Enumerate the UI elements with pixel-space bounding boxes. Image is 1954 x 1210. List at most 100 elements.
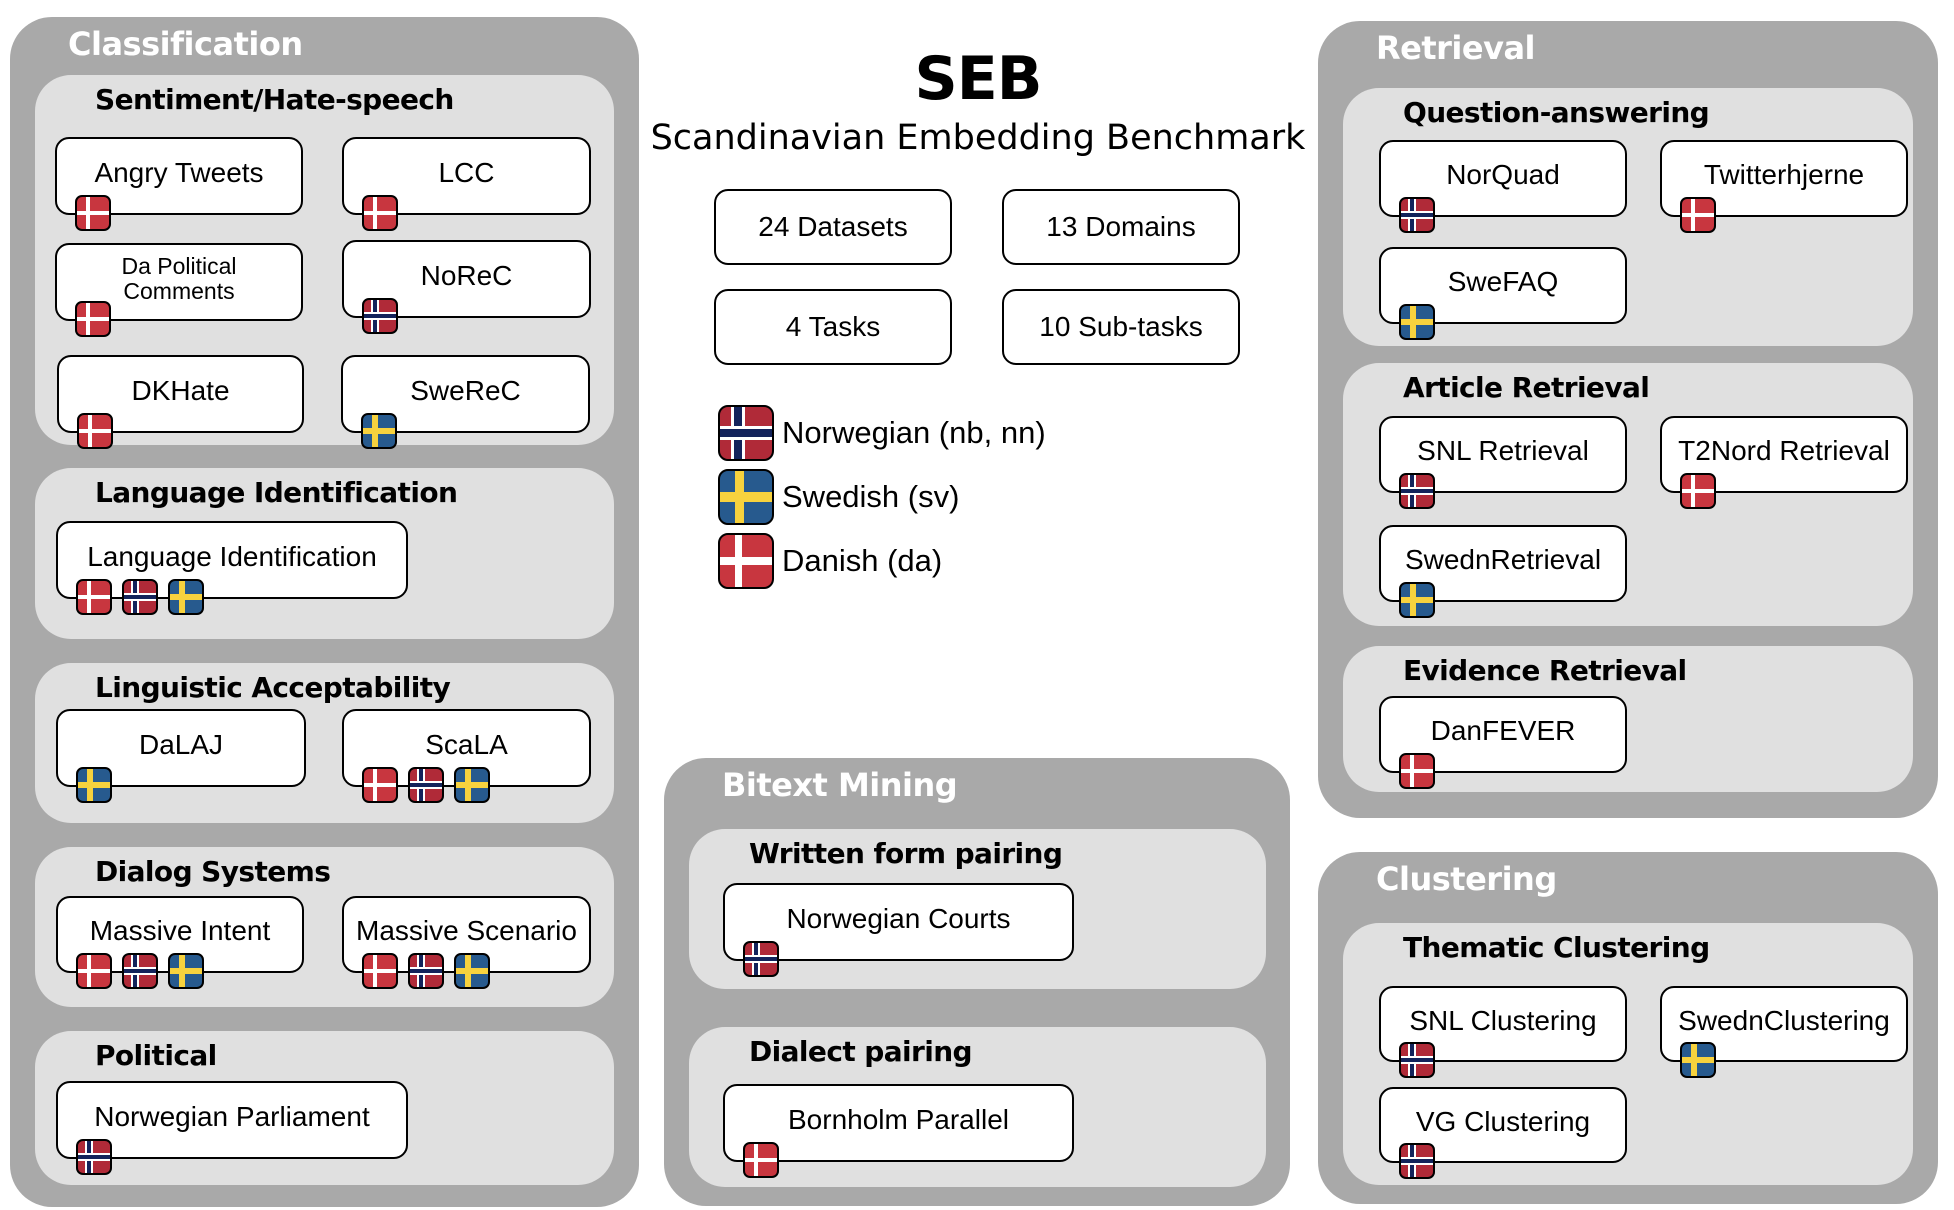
- dataset-box[interactable]: SNL Clustering: [1379, 986, 1627, 1078]
- language-flags: [1399, 197, 1435, 233]
- dataset-box[interactable]: NoReC: [342, 240, 591, 334]
- denmark-flag-icon: [362, 767, 398, 803]
- subgroup-title: Sentiment/Hate-speech: [95, 83, 454, 116]
- dataset-name: Massive Scenario: [356, 915, 577, 947]
- denmark-flag-icon: [76, 579, 112, 615]
- language-flags: [1399, 582, 1435, 618]
- dataset-box[interactable]: SwednRetrieval: [1379, 525, 1627, 618]
- language-flags: [362, 953, 490, 989]
- stat-tasks: 4 Tasks: [714, 289, 952, 365]
- dataset-name: SNL Retrieval: [1417, 435, 1589, 467]
- sweden-flag-icon: [718, 469, 774, 525]
- norway-flag-icon: [76, 1139, 112, 1175]
- dataset-box[interactable]: VG Clustering: [1379, 1087, 1627, 1179]
- dataset-box[interactable]: NorQuad: [1379, 140, 1627, 233]
- dataset-name: ScaLA: [425, 728, 508, 760]
- subgroup-title: Written form pairing: [749, 837, 1063, 870]
- legend-item-danish: Danish (da): [718, 533, 942, 589]
- norway-flag-icon: [1399, 473, 1435, 509]
- dataset-name: Massive Intent: [89, 915, 271, 947]
- denmark-flag-icon: [1399, 753, 1435, 789]
- norway-flag-icon: [408, 767, 444, 803]
- subgroup-dialog-systems: Dialog Systems Massive Intent Massive Sc…: [35, 847, 614, 1007]
- stat-datasets: 24 Datasets: [714, 189, 952, 265]
- denmark-flag-icon: [718, 533, 774, 589]
- language-flags: [743, 1142, 779, 1178]
- denmark-flag-icon: [1680, 473, 1716, 509]
- dataset-name: SwednRetrieval: [1404, 544, 1602, 576]
- dataset-name: DaLAJ: [138, 728, 224, 760]
- subgroup-language-identification: Language Identification Language Identif…: [35, 468, 614, 639]
- dataset-name: Language Identification: [87, 540, 377, 572]
- dataset-box[interactable]: Norwegian Courts: [723, 883, 1074, 977]
- dataset-name: NorQuad: [1446, 159, 1560, 191]
- language-flags: [76, 953, 204, 989]
- language-flags: [1399, 1143, 1435, 1179]
- dataset-name: T2Nord Retrieval: [1678, 435, 1890, 467]
- denmark-flag-icon: [77, 413, 113, 449]
- subgroup-question-answering: Question-answering NorQuad Twitterhjerne…: [1343, 88, 1913, 346]
- sweden-flag-icon: [1680, 1042, 1716, 1078]
- benchmark-subtitle: Scandinavian Embedding Benchmark: [650, 118, 1306, 158]
- dataset-name: Angry Tweets: [94, 156, 264, 188]
- sweden-flag-icon: [361, 413, 397, 449]
- dataset-box[interactable]: ScaLA: [342, 709, 591, 803]
- denmark-flag-icon: [362, 195, 398, 231]
- dataset-box[interactable]: Twitterhjerne: [1660, 140, 1908, 233]
- denmark-flag-icon: [76, 953, 112, 989]
- dataset-name: LCC: [438, 156, 495, 188]
- subgroup-title: Dialect pairing: [749, 1035, 973, 1068]
- norway-flag-icon: [122, 953, 158, 989]
- dataset-box[interactable]: Massive Intent: [56, 896, 304, 989]
- dataset-name: Norwegian Courts: [786, 902, 1011, 934]
- language-flags: [76, 767, 112, 803]
- language-flags: [362, 195, 398, 231]
- sweden-flag-icon: [168, 579, 204, 615]
- language-flags: [362, 767, 490, 803]
- subgroup-written-form-pairing: Written form pairing Norwegian Courts: [689, 829, 1266, 989]
- dataset-box[interactable]: SwednClustering: [1660, 986, 1908, 1078]
- subgroup-dialect-pairing: Dialect pairing Bornholm Parallel: [689, 1027, 1266, 1187]
- dataset-box[interactable]: DaLAJ: [56, 709, 306, 803]
- language-flags: [1399, 753, 1435, 789]
- subgroup-political: Political Norwegian Parliament: [35, 1031, 614, 1185]
- dataset-name: VG Clustering: [1415, 1105, 1591, 1137]
- norway-flag-icon: [718, 405, 774, 461]
- sweden-flag-icon: [1399, 582, 1435, 618]
- language-flags: [75, 195, 111, 231]
- legend-item-swedish: Swedish (sv): [718, 469, 959, 525]
- dataset-box[interactable]: Da Political Comments: [55, 243, 303, 337]
- stat-domains: 13 Domains: [1002, 189, 1240, 265]
- dataset-box[interactable]: DKHate: [57, 355, 304, 449]
- legend-label: Swedish (sv): [782, 479, 960, 514]
- dataset-box[interactable]: Language Identification: [56, 521, 408, 615]
- legend-label: Norwegian (nb, nn): [782, 415, 1046, 450]
- dataset-name: SweReC: [410, 374, 521, 406]
- dataset-box[interactable]: SNL Retrieval: [1379, 416, 1627, 509]
- denmark-flag-icon: [75, 195, 111, 231]
- classification-panel: Classification Sentiment/Hate-speech Ang…: [10, 17, 639, 1207]
- sweden-flag-icon: [454, 953, 490, 989]
- dataset-box[interactable]: T2Nord Retrieval: [1660, 416, 1908, 509]
- dataset-box[interactable]: SweFAQ: [1379, 247, 1627, 340]
- benchmark-title: SEB: [914, 44, 1043, 114]
- dataset-box[interactable]: LCC: [342, 137, 591, 231]
- language-flags: [1680, 1042, 1716, 1078]
- dataset-name: DKHate: [131, 374, 230, 406]
- dataset-name: Norwegian Parliament: [94, 1100, 370, 1132]
- panel-title: Retrieval: [1376, 29, 1536, 67]
- dataset-box[interactable]: Angry Tweets: [55, 137, 303, 231]
- sweden-flag-icon: [168, 953, 204, 989]
- subgroup-title: Thematic Clustering: [1403, 931, 1710, 964]
- language-flags: [76, 579, 204, 615]
- denmark-flag-icon: [362, 953, 398, 989]
- subgroup-title: Linguistic Acceptability: [95, 671, 451, 704]
- dataset-box[interactable]: Bornholm Parallel: [723, 1084, 1074, 1178]
- dataset-box[interactable]: Massive Scenario: [342, 896, 591, 989]
- dataset-box[interactable]: SweReC: [341, 355, 590, 449]
- language-flags: [1680, 473, 1716, 509]
- subgroup-title: Question-answering: [1403, 96, 1710, 129]
- dataset-box[interactable]: DanFEVER: [1379, 696, 1627, 789]
- dataset-box[interactable]: Norwegian Parliament: [56, 1081, 408, 1175]
- denmark-flag-icon: [75, 301, 111, 337]
